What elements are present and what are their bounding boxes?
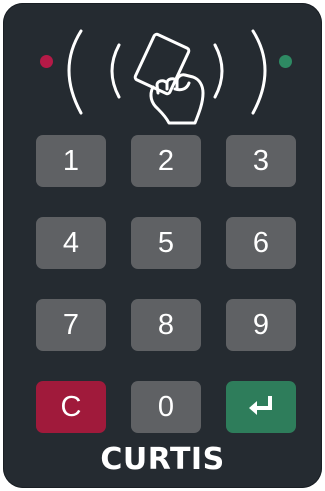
key-9[interactable]: 9 [226, 299, 296, 351]
brand-logo: CURTIS [100, 442, 225, 477]
contactless-card-reader-icon [67, 29, 267, 125]
key-3[interactable]: 3 [226, 135, 296, 187]
inner-left-wave [110, 43, 121, 99]
outer-right-wave [251, 29, 267, 115]
key-7[interactable]: 7 [36, 299, 106, 351]
hand-shape [149, 73, 205, 125]
outer-left-wave [67, 29, 83, 115]
clear-key[interactable]: C [36, 381, 106, 433]
key-5[interactable]: 5 [131, 217, 201, 269]
key-2[interactable]: 2 [131, 135, 201, 187]
key-6[interactable]: 6 [226, 217, 296, 269]
key-0[interactable]: 0 [131, 381, 201, 433]
keypad-panel: 1 2 3 4 5 6 7 8 9 C 0 [3, 3, 322, 488]
key-4[interactable]: 4 [36, 217, 106, 269]
inner-right-wave [213, 43, 224, 99]
card-shape [133, 32, 191, 96]
key-8[interactable]: 8 [131, 299, 201, 351]
enter-return-icon [249, 396, 272, 415]
green-led-icon [279, 55, 292, 68]
red-led-icon [40, 55, 53, 68]
keypad-grid: 1 2 3 4 5 6 7 8 9 C 0 [36, 135, 298, 433]
enter-key[interactable] [226, 381, 296, 433]
key-1[interactable]: 1 [36, 135, 106, 187]
